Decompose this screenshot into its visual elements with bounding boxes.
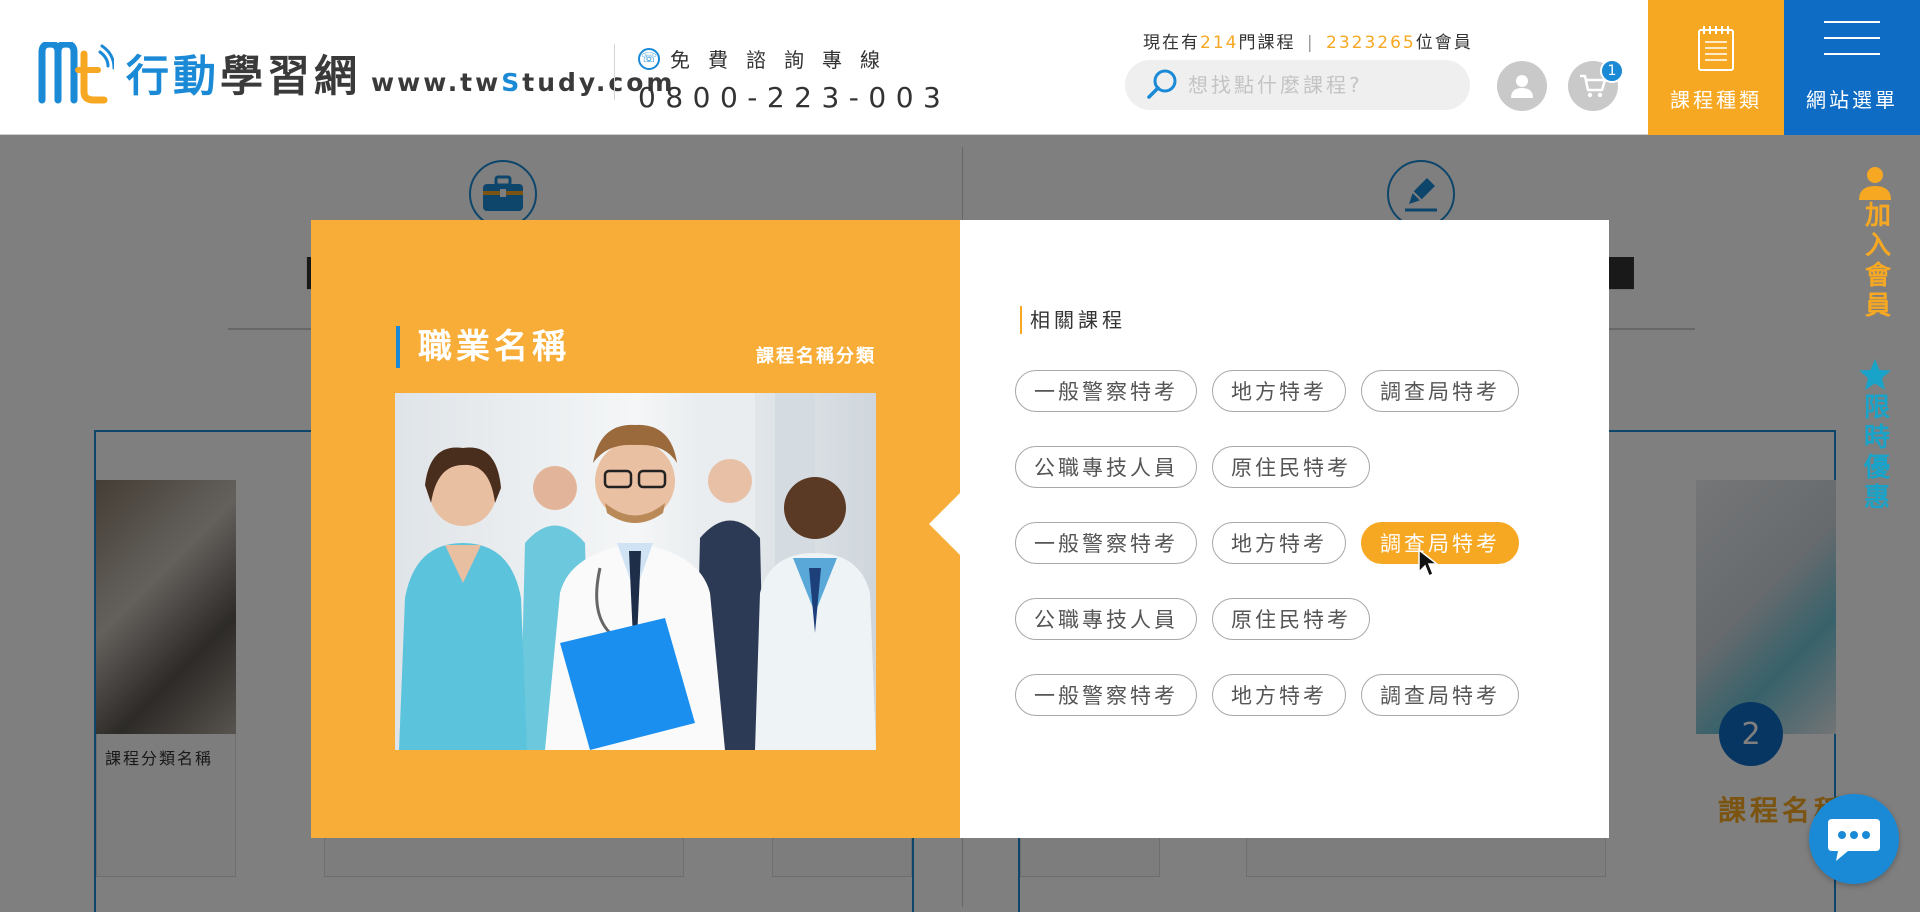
join-member-button[interactable]: 加入會員 [1856, 165, 1894, 321]
tag-row: 一般警察特考 地方特考 調查局特考 [1015, 522, 1575, 564]
course-tag[interactable]: 原住民特考 [1212, 446, 1370, 488]
course-tag[interactable]: 調查局特考 [1361, 522, 1519, 564]
tag-row: 公職專技人員 原住民特考 [1015, 446, 1575, 488]
course-types-button[interactable]: 課程種類 [1648, 0, 1784, 135]
course-types-label: 課程種類 [1670, 88, 1762, 112]
chat-button[interactable] [1809, 794, 1899, 884]
course-tag[interactable]: 公職專技人員 [1015, 598, 1197, 640]
modal-pointer [929, 492, 961, 556]
phone-icon: ☏ [638, 47, 660, 70]
course-tag[interactable]: 調查局特考 [1361, 370, 1519, 412]
occupation-panel: 職業名稱 課程名稱分類 [311, 220, 960, 838]
member-icon [1859, 167, 1891, 200]
course-tag[interactable]: 一般警察特考 [1015, 522, 1197, 564]
tag-row: 公職專技人員 原住民特考 [1015, 598, 1575, 640]
course-tag[interactable]: 原住民特考 [1212, 598, 1370, 640]
cart-count-badge: 1 [1600, 59, 1624, 83]
hotline-label: 免費諮詢專線 [670, 48, 898, 72]
occupation-title: 職業名稱 [396, 326, 570, 368]
site-header: 行動學習網 www.twStudy.com ☏ 免費諮詢專線 0800-223-… [0, 0, 1920, 135]
course-tag[interactable]: 地方特考 [1212, 674, 1346, 716]
occupation-category: 課程名稱分類 [756, 346, 876, 367]
course-tag[interactable]: 地方特考 [1212, 370, 1346, 412]
occupation-photo [395, 393, 876, 750]
logo-url: www.twStudy.com [371, 67, 676, 97]
join-member-label: 加入會員 [1860, 201, 1891, 321]
account-button[interactable] [1497, 61, 1547, 111]
logo-text: 行動學習網 [126, 52, 361, 102]
user-icon [1511, 75, 1533, 98]
notepad-icon [1698, 26, 1734, 71]
limited-offer-button[interactable]: 限時優惠 [1856, 357, 1894, 513]
course-tag[interactable]: 公職專技人員 [1015, 446, 1197, 488]
related-courses-panel: 相關課程 一般警察特考 地方特考 調查局特考 公職專技人員 原住民特考 一般警察特考 地方特… [929, 220, 1609, 838]
site-stats: 現在有214門課程 | 2323265位會員 [1143, 33, 1473, 53]
medical-team-photo [395, 393, 876, 750]
hotline[interactable]: ☏ 免費諮詢專線 0800-223-003 [638, 44, 950, 114]
chat-bubble-icon [1828, 819, 1880, 861]
search-input[interactable] [1188, 73, 1458, 97]
search-icon[interactable] [1142, 65, 1182, 105]
logo-mark-icon [38, 42, 114, 104]
hotline-number: 0800-223-003 [638, 81, 951, 114]
cart-button[interactable]: 1 [1568, 59, 1624, 111]
site-logo[interactable]: 行動學習網 www.twStudy.com [38, 40, 675, 106]
course-tag[interactable]: 調查局特考 [1361, 674, 1519, 716]
course-tag[interactable]: 一般警察特考 [1015, 674, 1197, 716]
search-box[interactable] [1125, 60, 1470, 110]
course-tag[interactable]: 地方特考 [1212, 522, 1346, 564]
course-tag[interactable]: 一般警察特考 [1015, 370, 1197, 412]
related-courses-title: 相關課程 [1020, 306, 1126, 334]
tag-row: 一般警察特考 地方特考 調查局特考 [1015, 674, 1575, 716]
side-float-bar: 加入會員 限時優惠 [1830, 135, 1920, 513]
star-icon [1859, 359, 1891, 390]
occupation-modal: 職業名稱 課程名稱分類 相關課程 一般警察特考 地方特考 調查局特考 公職專技人… [311, 220, 1609, 838]
mouse-cursor-icon [1418, 548, 1439, 578]
related-course-tags: 一般警察特考 地方特考 調查局特考 公職專技人員 原住民特考 一般警察特考 地方特考 調查局特… [1015, 370, 1575, 750]
header-divider [614, 44, 615, 100]
tag-row: 一般警察特考 地方特考 調查局特考 [1015, 370, 1575, 412]
limited-offer-label: 限時優惠 [1859, 393, 1890, 513]
site-menu-label: 網站選單 [1806, 88, 1898, 112]
hamburger-icon [1824, 21, 1880, 55]
site-menu-button[interactable]: 網站選單 [1784, 0, 1920, 135]
